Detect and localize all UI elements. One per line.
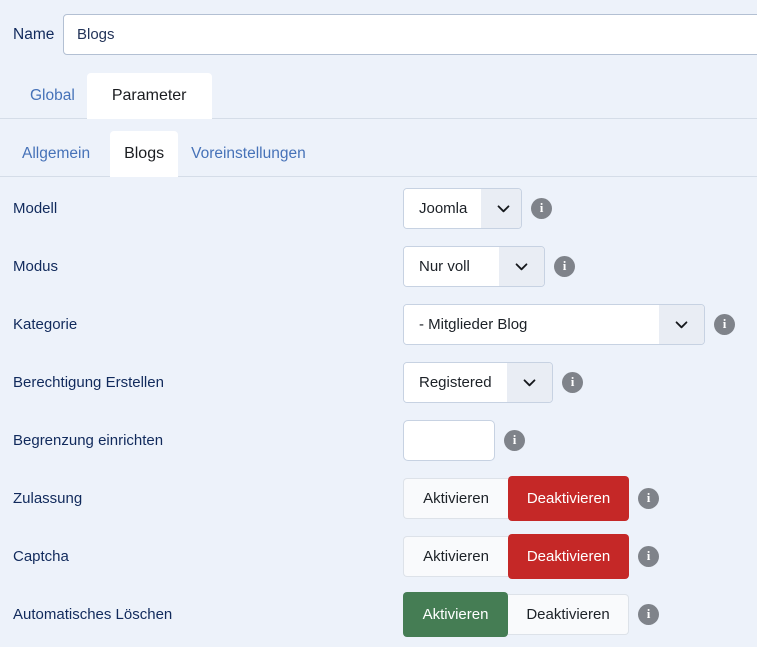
parameter-form: Modell Joomla i Modus Nur voll i Kategor…	[0, 179, 757, 643]
info-icon[interactable]: i	[638, 488, 659, 509]
field-label-berechtigung: Berechtigung Erstellen	[13, 374, 403, 391]
chevron-down-icon	[507, 363, 552, 402]
field-label-zulassung: Zulassung	[13, 490, 403, 507]
autoloeschen-deaktivieren-button[interactable]: Deaktivieren	[508, 594, 629, 635]
modus-select-value: Nur voll	[404, 247, 499, 286]
modus-select[interactable]: Nur voll	[403, 246, 545, 287]
zulassung-deaktivieren-button[interactable]: Deaktivieren	[508, 476, 629, 521]
berechtigung-select-value: Registered	[404, 363, 507, 402]
form-row-kategorie: Kategorie - Mitglieder Blog i	[0, 295, 757, 353]
captcha-toggle: Aktivieren Deaktivieren	[403, 534, 629, 579]
form-row-modell: Modell Joomla i	[0, 179, 757, 237]
form-row-zulassung: Zulassung Aktivieren Deaktivieren i	[0, 469, 757, 527]
name-input[interactable]	[63, 14, 757, 55]
field-label-begrenzung: Begrenzung einrichten	[13, 432, 403, 449]
tab-parameter[interactable]: Parameter	[87, 73, 212, 119]
field-label-modell: Modell	[13, 200, 403, 217]
begrenzung-input[interactable]	[403, 420, 495, 461]
berechtigung-select[interactable]: Registered	[403, 362, 553, 403]
captcha-aktivieren-button[interactable]: Aktivieren	[403, 536, 508, 577]
modell-select-value: Joomla	[404, 189, 481, 228]
autoloeschen-aktivieren-button[interactable]: Aktivieren	[403, 592, 508, 637]
subtab-blogs[interactable]: Blogs	[110, 131, 178, 177]
form-row-berechtigung: Berechtigung Erstellen Registered i	[0, 353, 757, 411]
field-label-captcha: Captcha	[13, 548, 403, 565]
form-row-captcha: Captcha Aktivieren Deaktivieren i	[0, 527, 757, 585]
zulassung-aktivieren-button[interactable]: Aktivieren	[403, 478, 508, 519]
subtab-voreinstellungen[interactable]: Voreinstellungen	[183, 131, 314, 176]
tab-global[interactable]: Global	[22, 73, 83, 118]
main-tab-bar: Global Parameter	[0, 73, 757, 119]
form-row-begrenzung: Begrenzung einrichten i	[0, 411, 757, 469]
chevron-down-icon	[481, 189, 522, 228]
sub-tab-bar: Allgemein Blogs Voreinstellungen	[0, 131, 757, 177]
field-label-modus: Modus	[13, 258, 403, 275]
kategorie-select[interactable]: - Mitglieder Blog	[403, 304, 705, 345]
form-row-autoloeschen: Automatisches Löschen Aktivieren Deaktiv…	[0, 585, 757, 643]
field-label-kategorie: Kategorie	[13, 316, 403, 333]
info-icon[interactable]: i	[638, 604, 659, 625]
info-icon[interactable]: i	[531, 198, 552, 219]
form-row-modus: Modus Nur voll i	[0, 237, 757, 295]
subtab-allgemein[interactable]: Allgemein	[22, 131, 98, 176]
captcha-deaktivieren-button[interactable]: Deaktivieren	[508, 534, 629, 579]
info-icon[interactable]: i	[504, 430, 525, 451]
kategorie-select-value: - Mitglieder Blog	[404, 305, 659, 344]
name-field-label: Name	[13, 14, 54, 55]
info-icon[interactable]: i	[638, 546, 659, 567]
chevron-down-icon	[499, 247, 544, 286]
chevron-down-icon	[659, 305, 704, 344]
modell-select[interactable]: Joomla	[403, 188, 522, 229]
info-icon[interactable]: i	[562, 372, 583, 393]
info-icon[interactable]: i	[554, 256, 575, 277]
zulassung-toggle: Aktivieren Deaktivieren	[403, 476, 629, 521]
autoloeschen-toggle: Aktivieren Deaktivieren	[403, 592, 629, 637]
name-field-row: Name	[0, 14, 757, 55]
info-icon[interactable]: i	[714, 314, 735, 335]
field-label-autoloeschen: Automatisches Löschen	[13, 606, 403, 623]
